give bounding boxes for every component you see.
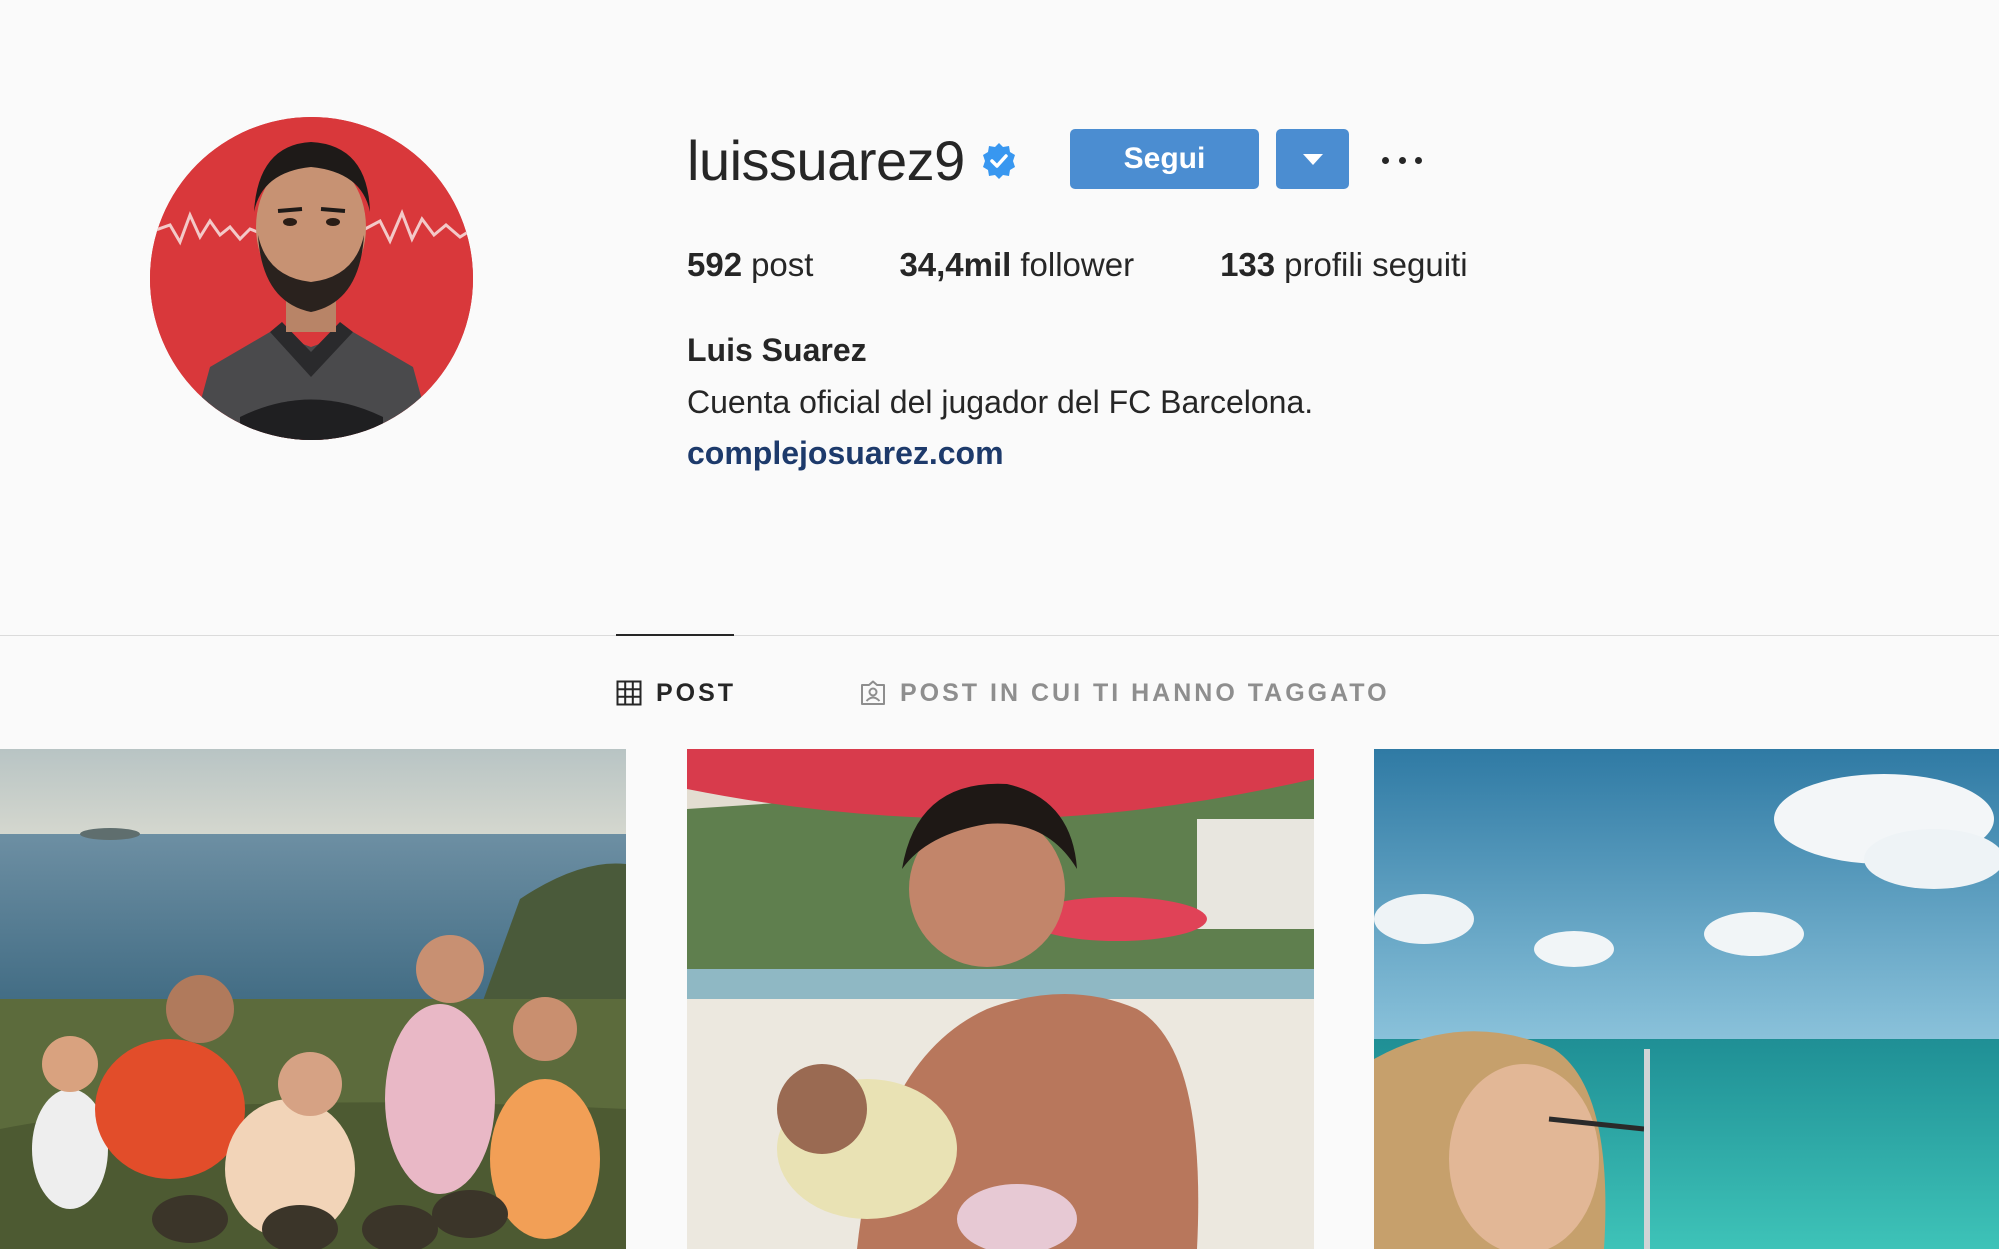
avatar-portrait	[150, 117, 473, 440]
follow-button[interactable]: Segui	[1070, 129, 1259, 189]
tab-label: POST	[656, 678, 737, 707]
username-row: luissuarez9	[687, 125, 1019, 197]
tab-label: POST IN CUI TI HANNO TAGGATO	[900, 678, 1390, 707]
stat-count: 34,4mil	[899, 246, 1012, 283]
website-link[interactable]: complejosuarez.com	[687, 435, 1004, 472]
active-tab-indicator	[616, 634, 734, 636]
profile-avatar[interactable]	[150, 117, 473, 440]
stat-count: 133	[1220, 246, 1276, 283]
stat-label: follower	[1020, 246, 1135, 283]
tab-tagged[interactable]: POST IN CUI TI HANNO TAGGATO	[860, 676, 1390, 710]
post-image	[0, 749, 626, 1249]
post-thumbnail[interactable]	[687, 749, 1314, 1249]
post-image	[687, 749, 1314, 1249]
post-thumbnail[interactable]	[0, 749, 626, 1249]
chevron-down-icon	[1302, 153, 1323, 165]
stat-count: 592	[687, 246, 743, 283]
profile-stats: 592 post 34,4mil follower 133 profili se…	[687, 240, 1468, 290]
more-options-icon[interactable]	[1382, 138, 1422, 182]
tabs-divider	[0, 635, 1999, 636]
full-name: Luis Suarez	[687, 332, 867, 368]
grid-icon	[616, 680, 642, 706]
post-thumbnail[interactable]	[1374, 749, 1999, 1249]
tagged-user-icon	[861, 680, 885, 705]
suggested-accounts-dropdown-button[interactable]	[1276, 129, 1349, 189]
stat-following[interactable]: 133 profili seguiti	[1220, 246, 1467, 284]
stat-followers[interactable]: 34,4mil follower	[899, 246, 1134, 284]
stat-label: post	[751, 246, 814, 283]
verified-badge-icon	[979, 141, 1019, 181]
profile-page: luissuarez9 Segui 592 post 34,4mil follo…	[0, 0, 1999, 1249]
post-image	[1374, 749, 1999, 1249]
stat-label: profili seguiti	[1284, 246, 1468, 283]
username: luissuarez9	[687, 129, 965, 192]
stat-posts: 592 post	[687, 246, 813, 284]
tab-posts[interactable]: POST	[616, 676, 736, 710]
bio-text: Cuenta oficial del jugador del FC Barcel…	[687, 384, 1314, 420]
